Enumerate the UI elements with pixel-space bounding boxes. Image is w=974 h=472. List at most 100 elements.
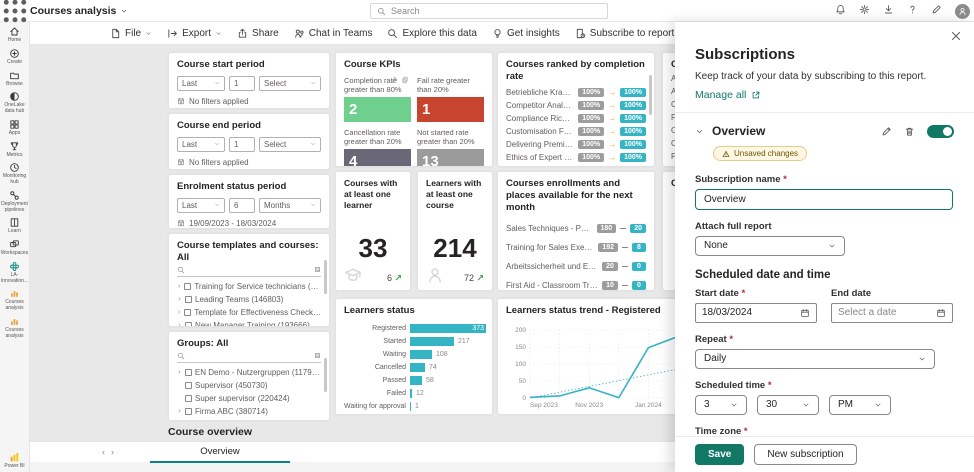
checkbox[interactable] xyxy=(185,322,192,327)
sidebar-item-onelake-data-hub[interactable]: OneLake data hub xyxy=(0,91,30,115)
repeat-dropdown[interactable]: Daily xyxy=(695,349,935,369)
sidebar-item-home[interactable]: Home xyxy=(0,26,30,44)
bar-row[interactable]: Started217 xyxy=(344,335,484,348)
checkbox[interactable] xyxy=(185,296,192,303)
start-date-label: Start date xyxy=(695,288,817,299)
new-subscription-button[interactable]: New subscription xyxy=(754,444,856,465)
slicer-item[interactable]: ›Leading Teams (146803) xyxy=(177,293,321,306)
save-button[interactable]: Save xyxy=(695,444,744,465)
scrollbar[interactable] xyxy=(324,358,327,392)
toolbar-export-button[interactable]: Export xyxy=(167,28,222,39)
slicer-item[interactable]: AU Demo - Reporting (117975) xyxy=(177,418,321,421)
close-icon[interactable] xyxy=(950,30,962,42)
toolbar-chat-in-teams-button[interactable]: Chat in Teams xyxy=(294,28,373,39)
sidebar-item-courses-analysis-12[interactable]: Courses analysis xyxy=(0,316,30,340)
toolbar-subscribe-to-report-button[interactable]: Subscribe to report xyxy=(575,28,675,39)
bar-row[interactable]: Waiting for approval1 xyxy=(344,400,484,413)
bar-row[interactable]: Registered373 xyxy=(344,322,484,335)
tab-overview[interactable]: Overview xyxy=(150,442,290,463)
ranked-course-row[interactable]: Delivering Premium Service100%→100% xyxy=(506,138,646,151)
edit-icon[interactable] xyxy=(881,126,892,137)
checkbox[interactable] xyxy=(184,309,191,316)
ranked-course-row[interactable]: External Course100%→100% xyxy=(506,164,646,167)
sidebar-item-metrics[interactable]: Metrics xyxy=(0,141,30,159)
slicer-item[interactable]: ›Training for Service technicians (29172… xyxy=(177,280,321,293)
filter-unit-dropdown[interactable]: Select xyxy=(259,137,321,152)
tab-next-button[interactable]: › xyxy=(111,447,114,457)
sidebar-item-apps[interactable]: Apps xyxy=(0,119,30,137)
slicer-item[interactable]: ›Firma ABC (380714) xyxy=(177,405,321,418)
sidebar-item-courses-analysis-11[interactable]: Courses analysis xyxy=(0,288,30,312)
filter-unit-dropdown[interactable]: Months xyxy=(259,198,321,213)
waffle-menu-button[interactable] xyxy=(0,0,30,22)
subscription-enabled-toggle[interactable] xyxy=(927,125,954,138)
app-title[interactable]: Courses analysis xyxy=(30,5,128,17)
bar-row[interactable]: Waiting108 xyxy=(344,348,484,361)
start-date-input[interactable]: 18/03/2024 xyxy=(695,303,817,323)
slicer-item[interactable]: ›EN Demo - Nutzergruppen (117946) xyxy=(177,366,321,379)
attach-full-report-dropdown[interactable]: None xyxy=(695,236,845,256)
minute-dropdown[interactable]: 30 xyxy=(757,395,819,415)
end-date-input[interactable]: Select a date xyxy=(831,303,953,323)
filter-op-dropdown[interactable]: Last xyxy=(177,137,225,152)
sidebar-powerbi-switcher[interactable]: Power BI xyxy=(0,452,30,470)
notifications-button[interactable] xyxy=(835,2,846,20)
help-button[interactable] xyxy=(907,2,918,20)
checkbox[interactable] xyxy=(185,382,192,389)
ranked-course-row[interactable]: Customisation Fundamentals100%→100% xyxy=(506,125,646,138)
checkbox[interactable] xyxy=(185,408,192,415)
chevron-down-icon[interactable] xyxy=(695,127,704,136)
ampm-dropdown[interactable]: PM xyxy=(829,395,891,415)
bar-row[interactable]: Failed12 xyxy=(344,387,484,400)
toolbar-get-insights-button[interactable]: Get insights xyxy=(492,28,560,39)
global-search-input[interactable]: Search xyxy=(370,3,608,19)
bar-row[interactable]: Passed58 xyxy=(344,374,484,387)
filter-value-input[interactable]: 1 xyxy=(229,76,255,91)
scrollbar[interactable] xyxy=(649,75,652,115)
slicer-item[interactable]: Super supervisor (220424) xyxy=(177,392,321,405)
slicer-search-input[interactable] xyxy=(177,266,321,277)
enrollment-row[interactable]: First Aid - Classroom Training100 xyxy=(506,276,646,291)
sidebar-item-deployment-pipelines[interactable]: Deployment pipelines xyxy=(0,190,30,214)
bar-row[interactable]: Cancelled74 xyxy=(344,361,484,374)
checkbox[interactable] xyxy=(185,369,192,376)
enrollment-row[interactable]: Arbeitssicherheit und Erste Hilfe200 xyxy=(506,257,646,276)
filter-op-dropdown[interactable]: Last xyxy=(177,198,225,213)
slicer-search-input[interactable] xyxy=(177,352,321,363)
explore-icon xyxy=(387,28,398,39)
checkbox[interactable] xyxy=(185,395,192,402)
slicer-item[interactable]: ›New Manager Training (193666) xyxy=(177,319,321,327)
filter-unit-dropdown[interactable]: Select xyxy=(259,76,321,91)
scrollbar[interactable] xyxy=(324,260,327,294)
filter-op-dropdown[interactable]: Last xyxy=(177,76,225,91)
sidebar-item-workspaces[interactable]: Workspaces xyxy=(0,239,30,257)
enrollment-row[interactable]: Sales Techniques - Part 218020 xyxy=(506,219,646,238)
sidebar-item-learn[interactable]: Learn xyxy=(0,217,30,235)
manage-all-link[interactable]: Manage all xyxy=(695,89,954,101)
filter-value-input[interactable]: 1 xyxy=(229,137,255,152)
delete-icon[interactable] xyxy=(904,126,915,137)
feedback-button[interactable] xyxy=(931,2,942,20)
toolbar-share-button[interactable]: Share xyxy=(237,28,279,39)
sidebar-item-monitoring-hub[interactable]: Monitoring hub xyxy=(0,162,30,186)
enrollment-row[interactable]: Training for Sales Executives1928 xyxy=(506,238,646,257)
toolbar-file-button[interactable]: File xyxy=(110,28,152,39)
slicer-item[interactable]: ›Template for Effectiveness Check Cour..… xyxy=(177,306,321,319)
toolbar-explore-this-data-button[interactable]: Explore this data xyxy=(387,28,477,39)
sidebar-item-la-innovation[interactable]: LA-Innovation... xyxy=(0,261,30,285)
sidebar-item-create[interactable]: Create xyxy=(0,48,30,66)
ranked-course-row[interactable]: Compliance Richtlinie 2023100%→100% xyxy=(506,112,646,125)
tab-prev-button[interactable]: ‹ xyxy=(102,447,105,457)
account-avatar[interactable] xyxy=(955,4,970,19)
ranked-course-row[interactable]: Betriebliche Krankenversich...100%→100% xyxy=(506,86,646,99)
checkbox[interactable] xyxy=(184,283,191,290)
slicer-item[interactable]: Supervisor (450730) xyxy=(177,379,321,392)
download-button[interactable] xyxy=(883,2,894,20)
filter-value-input[interactable]: 6 xyxy=(229,198,255,213)
hour-dropdown[interactable]: 3 xyxy=(695,395,747,415)
sidebar-item-browse[interactable]: Browse xyxy=(0,70,30,88)
ranked-course-row[interactable]: Competitor Analysis100%→100% xyxy=(506,99,646,112)
subscription-name-input[interactable] xyxy=(695,189,953,210)
ranked-course-row[interactable]: Ethics of Expert Evidence100%→100% xyxy=(506,151,646,164)
settings-button[interactable] xyxy=(859,2,870,20)
